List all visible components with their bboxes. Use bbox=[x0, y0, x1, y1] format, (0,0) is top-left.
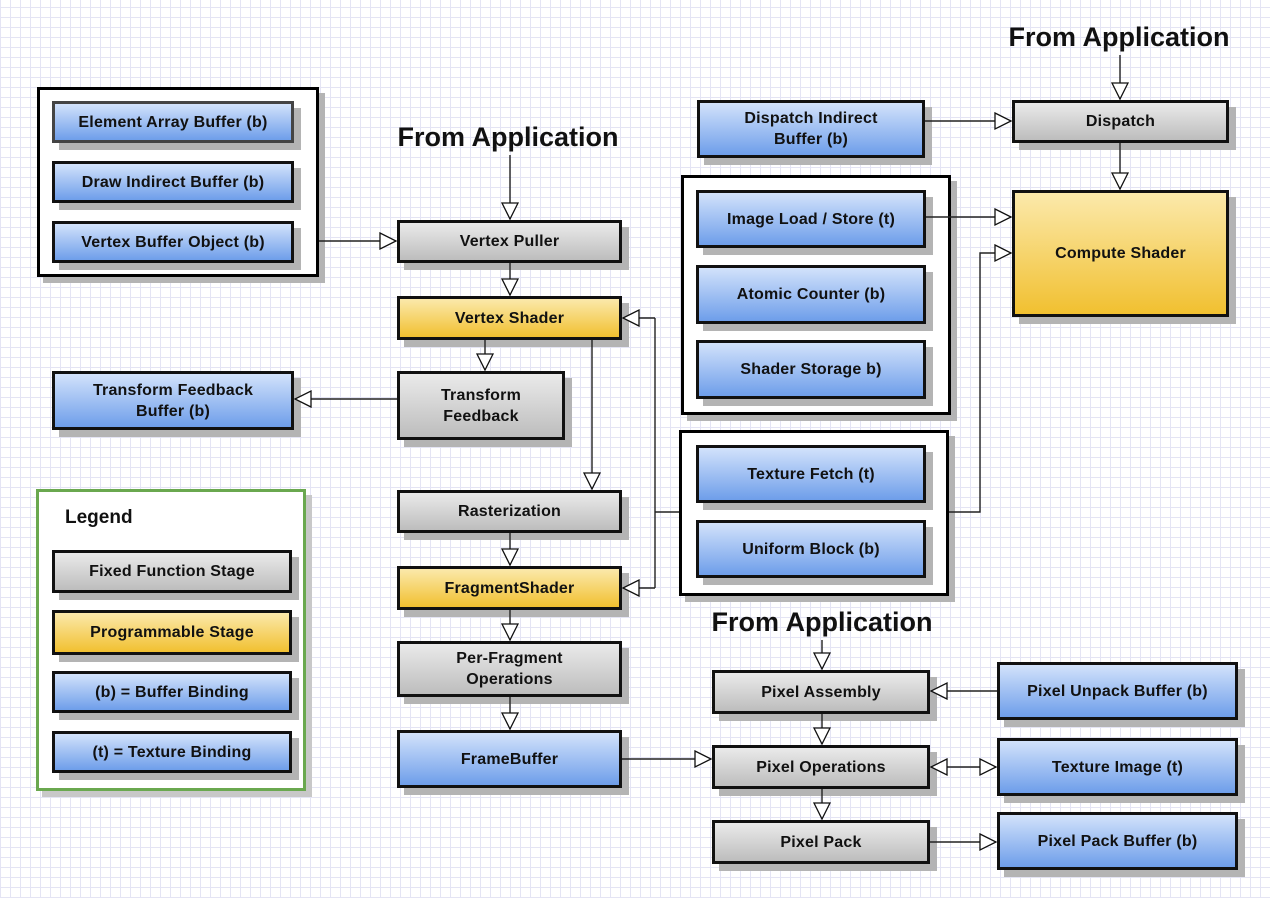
element-array-buffer[interactable]: Element Array Buffer (b) bbox=[52, 101, 294, 143]
legend-title: Legend bbox=[65, 507, 133, 528]
transform-feedback-buffer[interactable]: Transform Feedback Buffer (b) bbox=[52, 371, 294, 430]
pixel-pack-buffer[interactable]: Pixel Pack Buffer (b) bbox=[997, 812, 1238, 870]
legend-fixed-function: Fixed Function Stage bbox=[52, 550, 292, 593]
rasterization[interactable]: Rasterization bbox=[397, 490, 622, 533]
draw-indirect-buffer[interactable]: Draw Indirect Buffer (b) bbox=[52, 161, 294, 203]
from-application-title-pixel: From Application bbox=[711, 607, 933, 637]
pixel-operations[interactable]: Pixel Operations bbox=[712, 745, 930, 789]
legend-programmable: Programmable Stage bbox=[52, 610, 292, 655]
dispatch-indirect-buffer[interactable]: Dispatch Indirect Buffer (b) bbox=[697, 100, 925, 158]
pixel-unpack-buffer[interactable]: Pixel Unpack Buffer (b) bbox=[997, 662, 1238, 720]
atomic-counter[interactable]: Atomic Counter (b) bbox=[696, 265, 926, 324]
image-load-store[interactable]: Image Load / Store (t) bbox=[696, 190, 926, 248]
texture-fetch[interactable]: Texture Fetch (t) bbox=[696, 445, 926, 503]
framebuffer[interactable]: FrameBuffer bbox=[397, 730, 622, 788]
shader-storage[interactable]: Shader Storage b) bbox=[696, 340, 926, 399]
vertex-puller[interactable]: Vertex Puller bbox=[397, 220, 622, 263]
vertex-buffer-object[interactable]: Vertex Buffer Object (b) bbox=[52, 221, 294, 263]
texture-image[interactable]: Texture Image (t) bbox=[997, 738, 1238, 796]
edge-inputs-to-compute bbox=[949, 253, 1011, 513]
vertex-shader[interactable]: Vertex Shader bbox=[397, 296, 622, 340]
dispatch[interactable]: Dispatch bbox=[1012, 100, 1229, 143]
pixel-assembly[interactable]: Pixel Assembly bbox=[712, 670, 930, 714]
legend-texture-binding: (t) = Texture Binding bbox=[52, 731, 292, 773]
fragment-shader[interactable]: FragmentShader bbox=[397, 566, 622, 610]
per-fragment-operations[interactable]: Per-Fragment Operations bbox=[397, 641, 622, 697]
legend-buffer-binding: (b) = Buffer Binding bbox=[52, 671, 292, 713]
uniform-block[interactable]: Uniform Block (b) bbox=[696, 520, 926, 578]
pixel-pack[interactable]: Pixel Pack bbox=[712, 820, 930, 864]
transform-feedback[interactable]: Transform Feedback bbox=[397, 371, 565, 440]
from-application-title-compute: From Application bbox=[1008, 22, 1230, 52]
edge-inputs-bus bbox=[654, 318, 679, 588]
compute-shader[interactable]: Compute Shader bbox=[1012, 190, 1229, 317]
from-application-title-vertex: From Application bbox=[397, 122, 619, 152]
